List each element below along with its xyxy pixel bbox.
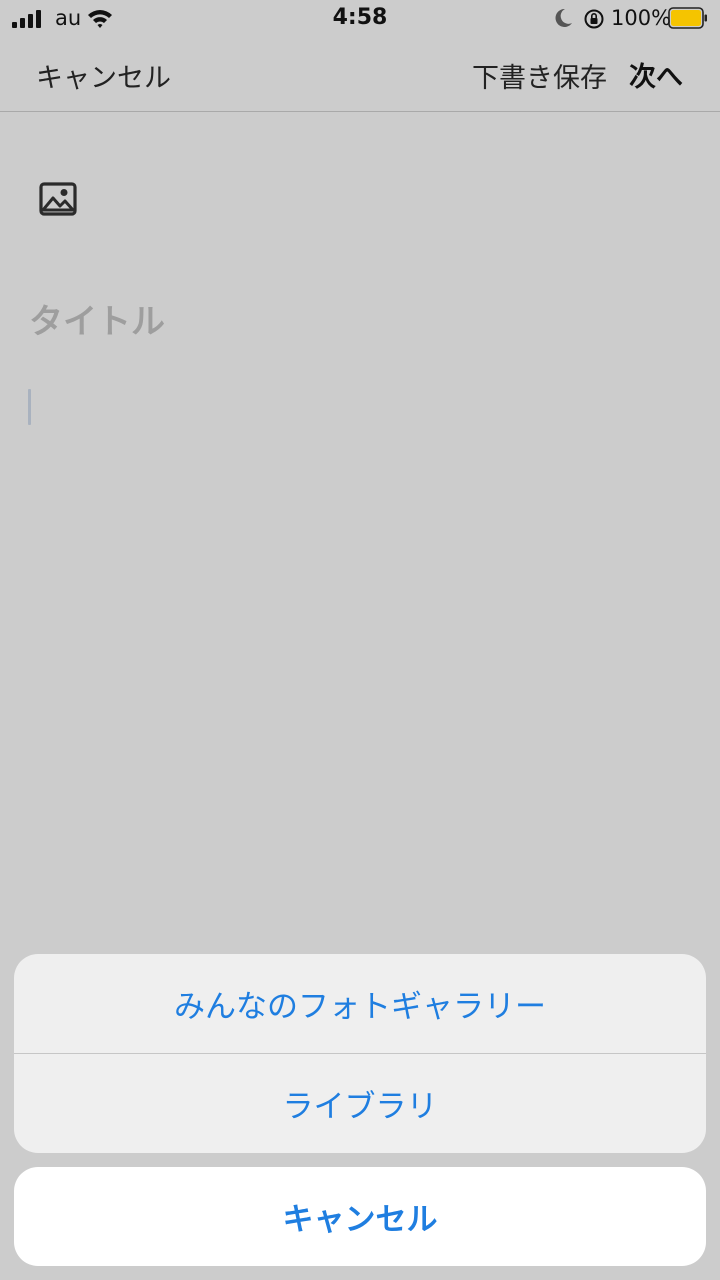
action-sheet: みんなのフォトギャラリー ライブラリ [14, 954, 706, 1153]
next-button[interactable]: 次へ [629, 55, 683, 94]
battery-icon [668, 7, 707, 29]
rotation-lock-icon [584, 9, 604, 29]
library-option[interactable]: ライブラリ [14, 1054, 706, 1153]
image-icon[interactable] [38, 179, 78, 219]
status-bar: au 4:58 100% [0, 0, 720, 40]
moon-icon [555, 8, 572, 27]
cancel-button[interactable]: キャンセル [36, 56, 171, 95]
photo-gallery-option[interactable]: みんなのフォトギャラリー [14, 954, 706, 1053]
action-sheet-cancel-button[interactable]: キャンセル [14, 1167, 706, 1266]
title-input[interactable]: タイトル [29, 294, 165, 343]
nav-bar: キャンセル 下書き保存 次へ [0, 40, 720, 112]
text-cursor [28, 389, 31, 425]
battery-percent: 100% [611, 6, 672, 30]
save-draft-button[interactable]: 下書き保存 [472, 56, 607, 95]
